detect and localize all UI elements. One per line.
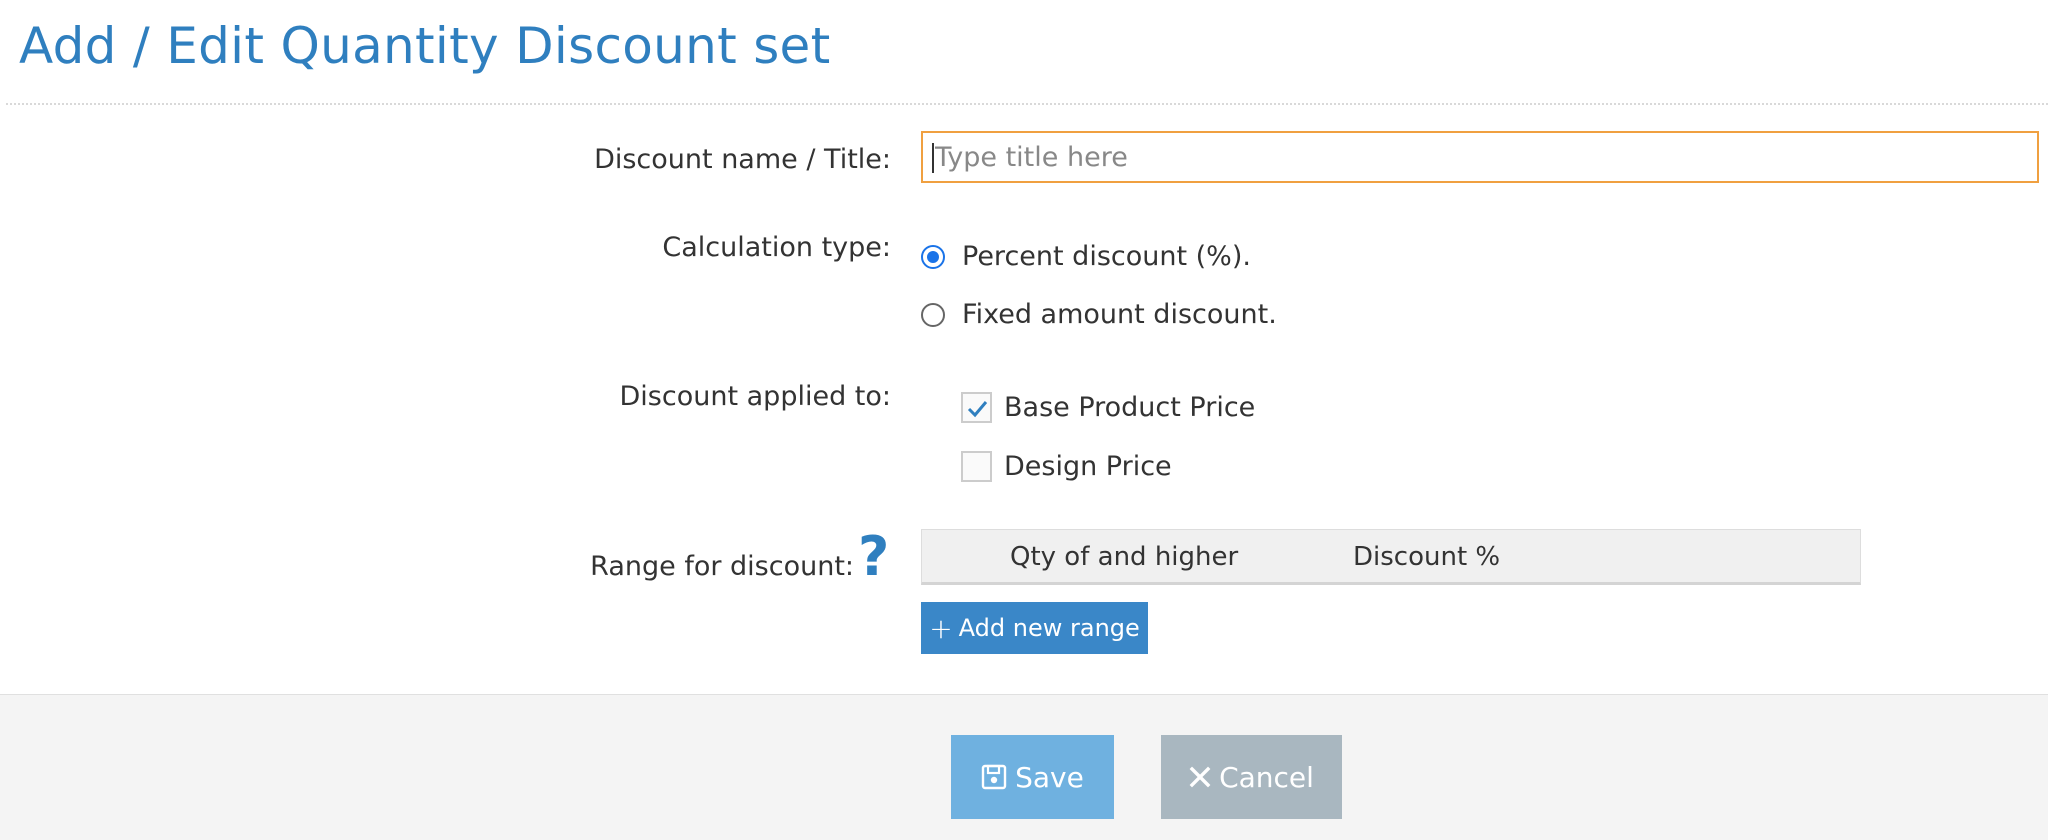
percent-discount-radio[interactable]	[921, 244, 945, 269]
page-title: Add / Edit Quantity Discount set	[19, 17, 831, 75]
fixed-discount-radio[interactable]	[921, 302, 945, 327]
add-new-range-button[interactable]: + Add new range	[921, 602, 1148, 654]
plus-icon: +	[929, 611, 953, 645]
fixed-discount-label: Fixed amount discount.	[962, 299, 1277, 330]
cancel-button[interactable]: Cancel	[1161, 735, 1342, 819]
title-divider	[6, 103, 2048, 105]
discount-column-header: Discount %	[1353, 542, 1501, 572]
check-design-price[interactable]: Design Price	[961, 451, 1172, 482]
base-product-price-checkbox[interactable]	[961, 392, 992, 423]
discount-applied-label: Discount applied to:	[619, 381, 891, 412]
add-new-range-label: Add new range	[958, 614, 1140, 642]
checkmark-icon	[967, 401, 988, 418]
radio-fixed-discount[interactable]: Fixed amount discount.	[921, 299, 1277, 330]
percent-discount-label: Percent discount (%).	[962, 241, 1251, 272]
design-price-label: Design Price	[1004, 451, 1172, 482]
discount-name-input[interactable]	[921, 131, 2039, 183]
range-for-discount-label: Range for discount:	[590, 551, 854, 582]
text-caret	[932, 143, 934, 173]
close-icon	[1189, 766, 1211, 788]
radio-percent-discount[interactable]: Percent discount (%).	[921, 241, 1251, 272]
calculation-type-label: Calculation type:	[662, 232, 891, 263]
discount-name-label: Discount name / Title:	[594, 144, 891, 175]
form-footer: Save Cancel	[0, 694, 2048, 840]
cancel-label: Cancel	[1219, 760, 1314, 794]
save-button[interactable]: Save	[951, 735, 1114, 819]
range-table-header: Qty of and higher Discount %	[921, 529, 1861, 585]
floppy-disk-icon	[981, 764, 1007, 790]
help-icon[interactable]: ?	[858, 530, 889, 584]
qty-column-header: Qty of and higher	[1010, 542, 1239, 572]
base-product-price-label: Base Product Price	[1004, 392, 1256, 423]
save-label: Save	[1015, 760, 1084, 794]
design-price-checkbox[interactable]	[961, 451, 992, 482]
check-base-product-price[interactable]: Base Product Price	[961, 392, 1255, 423]
discount-set-page: Add / Edit Quantity Discount set Discoun…	[0, 0, 2048, 840]
